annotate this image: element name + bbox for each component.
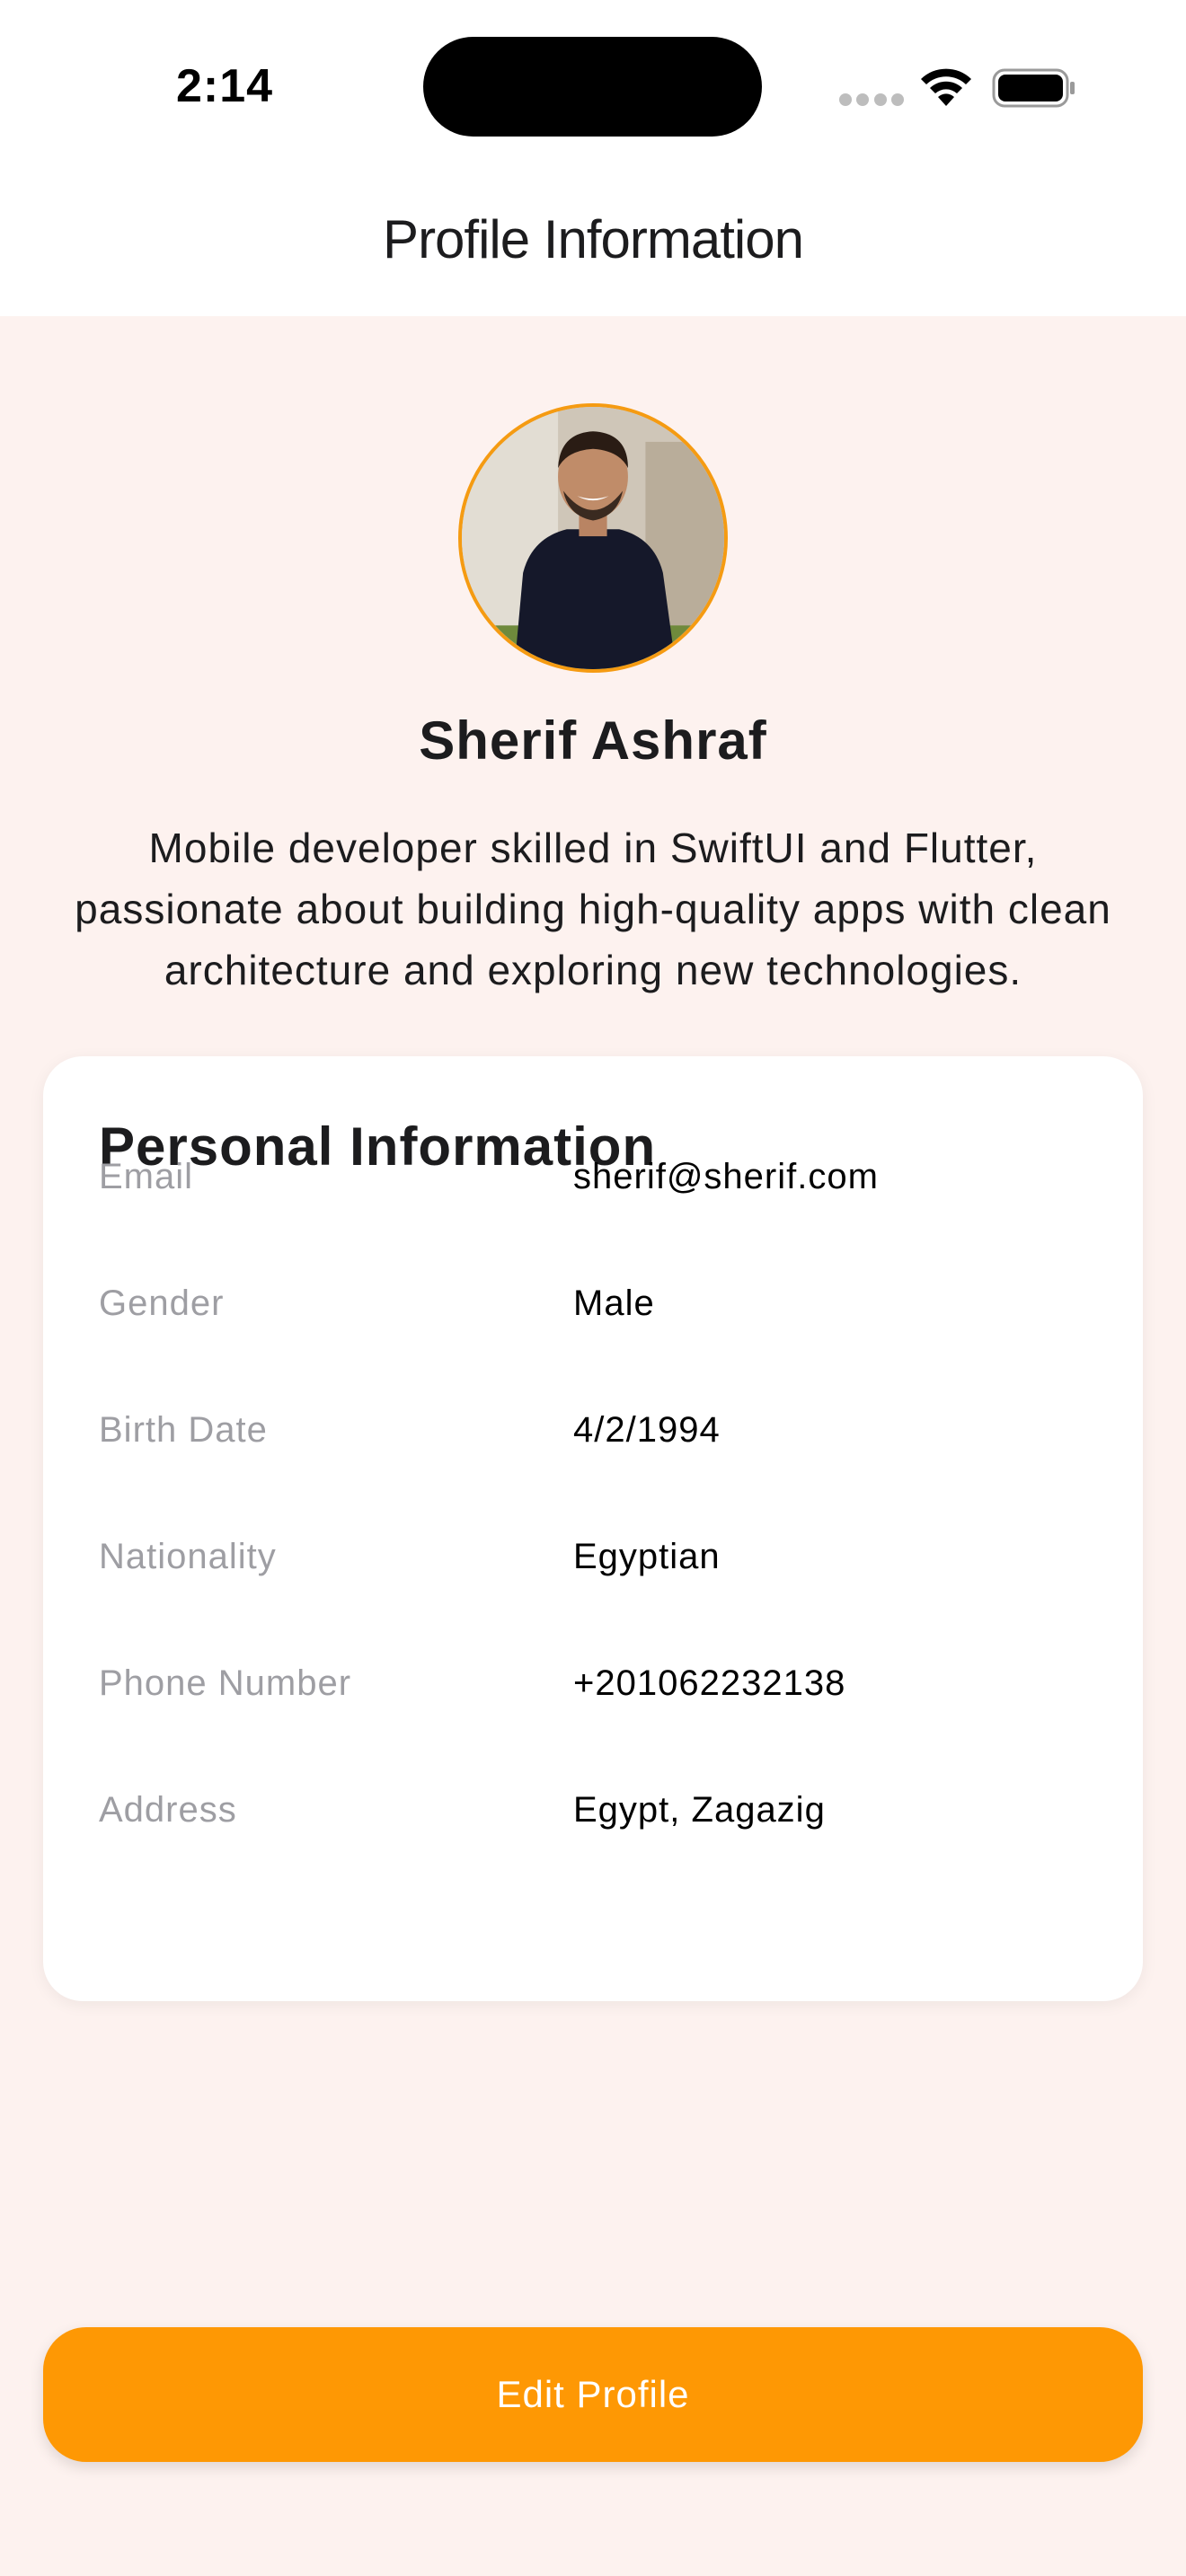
info-row-birth-date: Birth Date 4/2/1994 [99, 1410, 1087, 1464]
profile-name: Sherif Ashraf [419, 710, 767, 771]
profile-photo [462, 407, 724, 669]
page-title: Profile Information [383, 209, 804, 269]
personal-information-card: Personal Information Email sherif@sherif… [43, 1056, 1143, 2001]
cellular-signal-icon [839, 93, 904, 106]
info-row-address: Address Egypt, Zagazig [99, 1790, 1087, 1844]
info-value: 4/2/1994 [573, 1410, 721, 1450]
info-label: Birth Date [99, 1410, 268, 1450]
info-value: sherif@sherif.com [573, 1157, 879, 1196]
info-value: Egypt, Zagazig [573, 1790, 826, 1830]
info-row-gender: Gender Male [99, 1284, 1087, 1337]
info-value: +201062232138 [573, 1663, 846, 1703]
info-row-phone-number: Phone Number +201062232138 [99, 1663, 1087, 1717]
wifi-icon [921, 68, 971, 106]
avatar [458, 403, 728, 673]
status-bar: 2:14 [0, 0, 1186, 171]
info-value: Male [573, 1284, 655, 1323]
top-area: 2:14 Profile Information [0, 0, 1186, 316]
info-row-nationality: Nationality Egyptian [99, 1537, 1087, 1591]
info-value: Egyptian [573, 1537, 721, 1576]
info-label: Gender [99, 1284, 225, 1323]
profile-bio: Mobile developer skilled in SwiftUI and … [75, 825, 1111, 993]
info-label: Address [99, 1790, 237, 1830]
dynamic-island [423, 37, 762, 137]
edit-profile-button[interactable]: Edit Profile [43, 2327, 1143, 2462]
info-row-email: Email sherif@sherif.com [99, 1157, 1087, 1211]
info-label: Email [99, 1157, 194, 1196]
battery-full-icon [992, 68, 1075, 108]
status-time: 2:14 [176, 60, 274, 112]
info-label: Phone Number [99, 1663, 352, 1703]
info-label: Nationality [99, 1537, 277, 1576]
